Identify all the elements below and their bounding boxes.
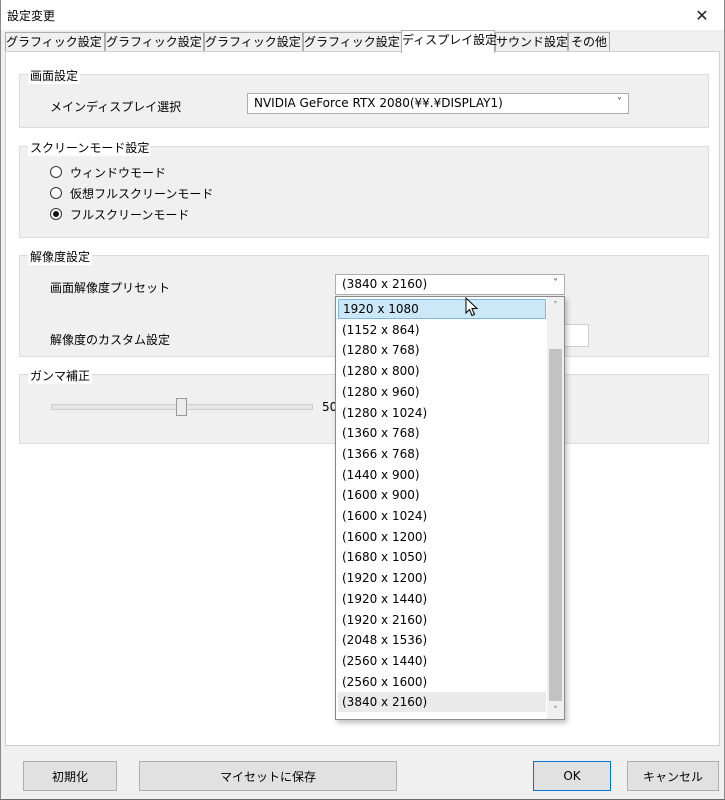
tab-graphics-2[interactable]: グラフィック設定 2	[105, 32, 213, 52]
radio-button[interactable]	[50, 187, 62, 199]
resolution-dropdown-list[interactable]: 1920 x 1080 (1152 x 864) (1280 x 768) (1280…	[335, 296, 565, 720]
custom-resolution-field[interactable]	[565, 324, 589, 347]
title-bar: 設定変更 ✕	[1, 0, 724, 30]
tab-sound[interactable]: サウンド設定	[495, 32, 568, 52]
radio-virtual-fullscreen[interactable]: 仮想フルスクリーンモード	[50, 185, 213, 201]
resolution-option[interactable]: (1280 x 768)	[338, 340, 546, 360]
resolution-option[interactable]: (1920 x 1200)	[338, 568, 546, 588]
main-display-label: メインディスプレイ選択	[50, 100, 182, 114]
radio-window-mode[interactable]: ウィンドウモード	[50, 164, 166, 180]
settings-dialog: 設定変更 ✕ グラフィック設定 1 グラフィック設定 2 グラフィック設定 3 …	[0, 0, 725, 800]
scroll-down-icon[interactable]: ˅	[547, 702, 564, 719]
group-title-screen: 画面設定	[28, 67, 81, 84]
group-title-gamma: ガンマ補正	[28, 367, 93, 384]
tab-graphics-1[interactable]: グラフィック設定 1	[5, 32, 113, 52]
radio-button-checked[interactable]	[50, 208, 62, 220]
custom-resolution-label: 解像度のカスタム設定	[50, 333, 171, 347]
resolution-option[interactable]: 1920 x 1080	[338, 299, 546, 319]
resolution-option[interactable]: (1280 x 960)	[338, 382, 546, 402]
resolution-option[interactable]: (1360 x 768)	[338, 423, 546, 443]
resolution-preset-select[interactable]: (3840 x 2160) ˅	[335, 274, 565, 295]
resolution-option[interactable]: (1600 x 900)	[338, 485, 546, 505]
resolution-option[interactable]: (1280 x 1024)	[338, 403, 546, 423]
resolution-option[interactable]: (1600 x 1200)	[338, 527, 546, 547]
main-display-value: NVIDIA GeForce RTX 2080(¥¥.¥DISPLAY1)	[254, 96, 503, 110]
resolution-option[interactable]: (1920 x 2160)	[338, 610, 546, 630]
radio-button[interactable]	[50, 166, 62, 178]
resolution-option[interactable]: (3840 x 2160)	[338, 692, 546, 713]
resolution-option[interactable]: (1680 x 1050)	[338, 547, 546, 567]
mouse-pointer-icon	[465, 297, 479, 317]
dropdown-scrollbar[interactable]: ˄ ˅	[547, 297, 564, 719]
group-title-screen-mode: スクリーンモード設定	[28, 139, 152, 156]
save-preset-button[interactable]: マイセットに保存	[139, 761, 397, 791]
resolution-option[interactable]: (2048 x 1536)	[338, 630, 546, 650]
main-display-select[interactable]: NVIDIA GeForce RTX 2080(¥¥.¥DISPLAY1) ˅	[247, 93, 629, 114]
resolution-option[interactable]: (1280 x 800)	[338, 361, 546, 381]
resolution-option[interactable]: (1920 x 1440)	[338, 589, 546, 609]
window-title: 設定変更	[7, 9, 56, 23]
resolution-preset-label: 画面解像度プリセット	[50, 281, 171, 295]
ok-button[interactable]: OK	[533, 761, 611, 791]
resolution-option[interactable]: (2560 x 1440)	[338, 651, 546, 671]
resolution-option[interactable]: (1440 x 900)	[338, 465, 546, 485]
scroll-up-icon[interactable]: ˄	[547, 297, 564, 314]
tab-display[interactable]: ディスプレイ設定	[401, 30, 497, 53]
reset-button[interactable]: 初期化	[23, 761, 117, 791]
radio-label: 仮想フルスクリーンモード	[70, 186, 214, 201]
gamma-slider-thumb[interactable]	[176, 398, 187, 416]
resolution-preset-value: (3840 x 2160)	[342, 277, 428, 291]
tab-graphics-3[interactable]: グラフィック設定 3	[204, 32, 312, 52]
close-icon[interactable]: ✕	[680, 0, 724, 30]
resolution-option[interactable]: (1600 x 1024)	[338, 506, 546, 526]
resolution-option[interactable]: (1152 x 864)	[338, 320, 546, 340]
scroll-thumb[interactable]	[549, 349, 562, 701]
tab-graphics-4[interactable]: グラフィック設定 4	[303, 32, 411, 52]
cancel-button[interactable]: キャンセル	[627, 761, 719, 791]
group-title-resolution: 解像度設定	[28, 248, 93, 265]
radio-label: ウィンドウモード	[70, 165, 167, 180]
tab-other[interactable]: その他	[568, 32, 610, 52]
radio-label: フルスクリーンモード	[70, 207, 190, 222]
chevron-down-icon: ˅	[617, 97, 622, 108]
resolution-option[interactable]: (2560 x 1600)	[338, 672, 546, 692]
chevron-down-icon: ˅	[553, 278, 558, 289]
radio-fullscreen[interactable]: フルスクリーンモード	[50, 206, 189, 222]
resolution-option[interactable]: (1366 x 768)	[338, 444, 546, 464]
